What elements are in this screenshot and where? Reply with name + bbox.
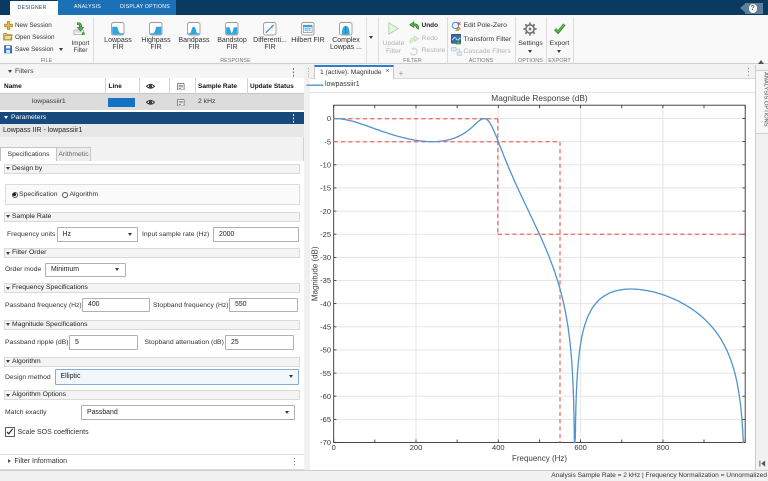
svg-text:ANALYSIS OPTIONS: ANALYSIS OPTIONS <box>763 72 768 127</box>
